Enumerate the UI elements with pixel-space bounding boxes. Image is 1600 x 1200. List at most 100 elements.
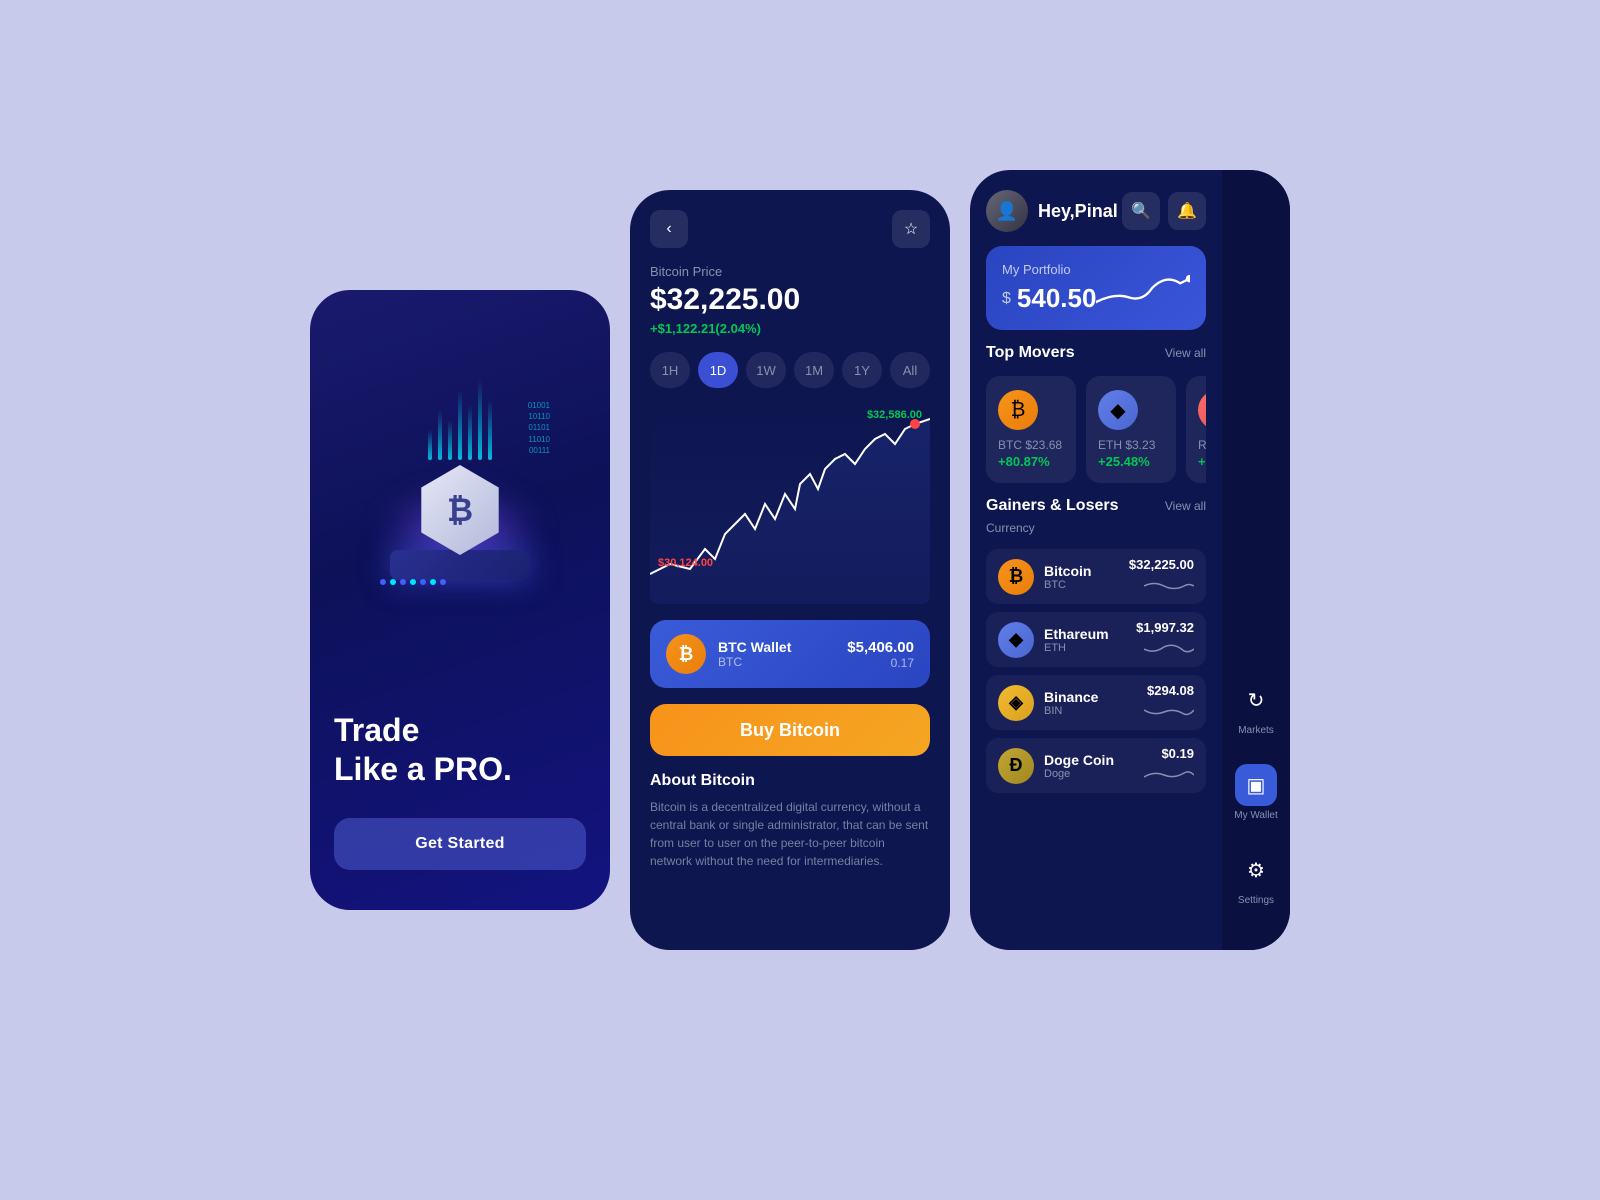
nav-wallet[interactable]: ▣ My Wallet [1222,750,1290,835]
currency-col-label: Currency [986,521,1035,535]
chart-svg [650,404,930,604]
coin-left-doge: Ð Doge Coin Doge [998,748,1114,784]
coin-right-doge: $0.19 [1144,746,1194,785]
wallet-left: ₿ BTC Wallet BTC [666,634,791,674]
dot [440,579,446,585]
mover-eth: ◆ ETH $3.23 +25.48% [1086,376,1176,483]
phones-container: 0100110110011011101000111 [310,250,1290,950]
btc-symbol-icon: ₿ [447,492,473,529]
coin-row-eth: ◆ Ethareum ETH $1,997.32 [986,612,1206,667]
dashboard-inner: 👤 Hey,Pinal 🔍 🔔 My Portfolio $ 540.5 [970,170,1290,950]
mover-ripple-icon: ◉ [1198,390,1206,430]
portfolio-value: 540.50 [1017,283,1097,314]
markets-label: Markets [1238,725,1274,736]
wallet-name: BTC Wallet [718,639,791,655]
bar-chart [428,380,492,460]
filter-1w[interactable]: 1W [746,352,786,388]
binance-icon: ◈ [998,685,1034,721]
mover-eth-price: ETH $3.23 [1098,438,1164,452]
binance-symbol: BIN [1044,705,1098,717]
price-section: Bitcoin Price $32,225.00 +$1,122.21(2.04… [650,264,930,336]
bitcoin-symbol: BTC [1044,579,1091,591]
ethereum-symbol: ETH [1044,642,1109,654]
btc-wallet-card: ₿ BTC Wallet BTC $5,406.00 0.17 [650,620,930,688]
hero-illustration: 0100110110011011101000111 [330,330,590,630]
about-text: Bitcoin is a decentralized digital curre… [650,798,930,870]
search-button[interactable]: 🔍 [1122,192,1160,230]
portfolio-sparkline [1096,263,1190,313]
settings-icon: ⚙ [1247,858,1265,883]
wallet-usd-value: $5,406.00 [847,639,914,656]
coin-row-bin: ◈ Binance BIN $294.08 [986,675,1206,730]
phone1-text: Trade Like a PRO. Get Started [334,711,586,870]
get-started-button[interactable]: Get Started [334,818,586,870]
bitcoin-name: Bitcoin [1044,563,1091,579]
doge-symbol: Doge [1044,768,1114,780]
coin-row-btc: ₿ Bitcoin BTC $32,225.00 [986,549,1206,604]
dot [400,579,406,585]
bitcoin-wave [1144,576,1194,596]
coin-list: ₿ Bitcoin BTC $32,225.00 [986,549,1206,793]
ethereum-name: Ethareum [1044,626,1109,642]
dashboard-content: 👤 Hey,Pinal 🔍 🔔 My Portfolio $ 540.5 [970,170,1222,950]
portfolio-left: My Portfolio $ 540.50 [1002,262,1096,314]
filter-1h[interactable]: 1H [650,352,690,388]
doge-info: Doge Coin Doge [1044,752,1114,780]
dash-header: 👤 Hey,Pinal 🔍 🔔 [986,190,1206,232]
price-change: +$1,122.21(2.04%) [650,321,930,336]
wallet-label: My Wallet [1234,810,1278,821]
dot [420,579,426,585]
price-label: Bitcoin Price [650,264,930,279]
binance-name: Binance [1044,689,1098,705]
about-section: About Bitcoin Bitcoin is a decentralized… [650,772,930,870]
gainers-view-all[interactable]: View all [1165,499,1206,513]
btc-wallet-icon: ₿ [666,634,706,674]
notification-button[interactable]: 🔔 [1168,192,1206,230]
about-title: About Bitcoin [650,772,930,790]
back-button[interactable]: ‹ [650,210,688,248]
portfolio-label: My Portfolio [1002,262,1096,277]
gainers-col-header: Currency [986,521,1206,535]
filter-1m[interactable]: 1M [794,352,834,388]
filter-1d[interactable]: 1D [698,352,738,388]
chart-high-label: $32,586.00 [867,409,922,421]
markets-icon: ↻ [1248,688,1265,713]
coin-row-doge: Ð Doge Coin Doge $0.19 [986,738,1206,793]
coin-right-btc: $32,225.00 [1129,557,1194,596]
dollar-icon: $ [1002,290,1011,308]
doge-wave [1144,765,1194,785]
mover-ripple-change: +22.3% [1198,454,1206,469]
mover-btc-change: +80.87% [998,454,1064,469]
price-value: $32,225.00 [650,283,930,317]
filter-all[interactable]: All [890,352,930,388]
chart-low-label: $30,124.00 [658,557,713,569]
ethereum-price: $1,997.32 [1136,620,1194,635]
portfolio-value-row: $ 540.50 [1002,283,1096,314]
ethereum-info: Ethareum ETH [1044,626,1109,654]
nav-markets[interactable]: ↻ Markets [1222,665,1290,750]
filter-1y[interactable]: 1Y [842,352,882,388]
favorite-button[interactable]: ☆ [892,210,930,248]
buy-bitcoin-button[interactable]: Buy Bitcoin [650,704,930,756]
mover-ripple-price: Ripple [1198,438,1206,452]
coin-left-bin: ◈ Binance BIN [998,685,1098,721]
coin-left-btc: ₿ Bitcoin BTC [998,559,1091,595]
wallet-btc-value: 0.17 [847,656,914,670]
btc-3d-illustration: 0100110110011011101000111 [350,370,570,590]
gainers-title: Gainers & Losers [986,497,1119,515]
coin-left-eth: ◆ Ethareum ETH [998,622,1109,658]
settings-label: Settings [1238,895,1274,906]
wallet-symbol: BTC [718,655,791,669]
doge-price: $0.19 [1161,746,1194,761]
phone-onboarding: 0100110110011011101000111 [310,290,610,910]
wallet-icon-wrap: ▣ [1235,764,1277,806]
ethereum-icon: ◆ [998,622,1034,658]
nav-settings[interactable]: ⚙ Settings [1222,835,1290,920]
top-movers-view-all[interactable]: View all [1165,346,1206,360]
mover-eth-icon: ◆ [1098,390,1138,430]
settings-icon-wrap: ⚙ [1235,849,1277,891]
mover-btc: ₿ BTC $23.68 +80.87% [986,376,1076,483]
binance-price: $294.08 [1147,683,1194,698]
markets-icon-wrap: ↻ [1235,679,1277,721]
coin-right-bin: $294.08 [1144,683,1194,722]
